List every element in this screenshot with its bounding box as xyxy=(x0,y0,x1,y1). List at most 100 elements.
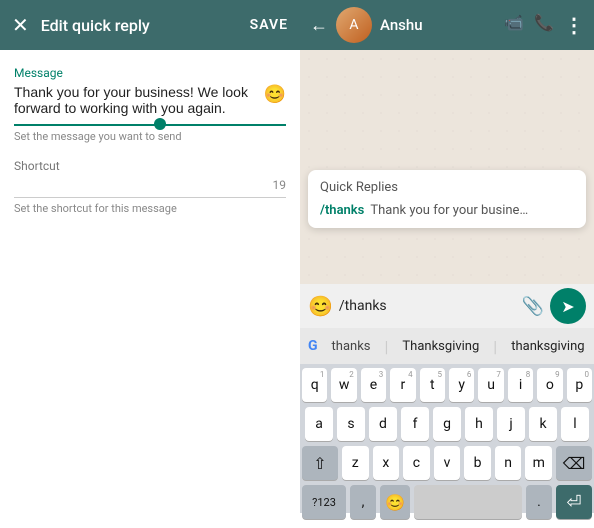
right-panel: ← A Anshu 📹 📞 ⋮ Quick Replies /thanks Th… xyxy=(300,0,594,513)
key-y[interactable]: y6 xyxy=(449,368,474,402)
qr-preview: Thank you for your business! We look for… xyxy=(370,203,530,218)
panel-title: Edit quick reply xyxy=(41,16,238,35)
suggestion-thanks[interactable]: thanks xyxy=(324,337,379,356)
key-w-wrap: w2 xyxy=(331,368,356,402)
key-z-wrap: z xyxy=(342,446,369,480)
input-emoji-icon[interactable]: 😊 xyxy=(308,294,333,318)
key-k[interactable]: k xyxy=(529,407,557,441)
close-button[interactable]: ✕ xyxy=(12,13,29,38)
message-hint: Set the message you want to send xyxy=(14,130,286,143)
avatar: A xyxy=(336,7,372,43)
key-r[interactable]: r4 xyxy=(390,368,415,402)
key-row-4: ?123 , 😊 . ⏎ xyxy=(302,485,592,519)
suggestion-thanksgiving-lower[interactable]: thanksgiving xyxy=(503,337,592,356)
key-i-wrap: i8 xyxy=(508,368,533,402)
key-h-wrap: h xyxy=(465,407,493,441)
key-o[interactable]: o9 xyxy=(537,368,562,402)
key-q[interactable]: q1 xyxy=(302,368,327,402)
key-period[interactable]: . xyxy=(526,485,552,519)
key-j-wrap: j xyxy=(497,407,525,441)
input-bar: 😊 /thanks 📎 ➤ xyxy=(300,284,594,328)
key-z[interactable]: z xyxy=(342,446,369,480)
key-backspace[interactable]: ⌫ xyxy=(556,446,592,480)
top-bar: ✕ Edit quick reply SAVE xyxy=(0,0,300,50)
key-n[interactable]: n xyxy=(495,446,522,480)
key-shift[interactable]: ⇧ xyxy=(302,446,338,480)
suggestions-bar: G thanks | Thanksgiving | thanksgiving 🎤 xyxy=(300,328,594,364)
quick-reply-item[interactable]: /thanks Thank you for your business! We … xyxy=(320,203,574,218)
header-icons: 📹 📞 ⋮ xyxy=(504,13,584,37)
shortcut-hint: Set the shortcut for this message xyxy=(14,202,286,215)
input-field[interactable]: /thanks xyxy=(339,298,516,314)
key-s[interactable]: s xyxy=(337,407,365,441)
key-m[interactable]: m xyxy=(525,446,552,480)
key-row-1: q1 w2 e3 r4 t5 y6 u7 i8 o9 p0 xyxy=(302,368,592,402)
message-input[interactable]: Thank you for your business! We look for… xyxy=(14,84,286,116)
left-panel: ✕ Edit quick reply SAVE Message Thank yo… xyxy=(0,0,300,513)
message-input-wrap: Thank you for your business! We look for… xyxy=(14,84,286,126)
contact-name: Anshu xyxy=(380,16,496,34)
more-options-icon[interactable]: ⋮ xyxy=(564,13,584,37)
key-l[interactable]: l xyxy=(561,407,589,441)
google-g-icon: G xyxy=(308,338,318,354)
key-b-wrap: b xyxy=(464,446,491,480)
key-f[interactable]: f xyxy=(401,407,429,441)
attach-icon[interactable]: 📎 xyxy=(522,296,544,317)
key-rows: q1 w2 e3 r4 t5 y6 u7 i8 o9 p0 a s d f g … xyxy=(300,364,594,528)
save-button[interactable]: SAVE xyxy=(250,17,288,33)
suggestion-thanksgiving[interactable]: Thanksgiving xyxy=(394,337,487,356)
key-num-toggle[interactable]: ?123 xyxy=(302,485,346,519)
key-x[interactable]: x xyxy=(373,446,400,480)
cursor-dot xyxy=(154,118,166,130)
key-g-wrap: g xyxy=(433,407,461,441)
phone-icon[interactable]: 📞 xyxy=(534,13,554,37)
message-label: Message xyxy=(14,66,286,80)
key-t[interactable]: t5 xyxy=(420,368,445,402)
key-k-wrap: k xyxy=(529,407,557,441)
video-call-icon[interactable]: 📹 xyxy=(504,13,524,37)
key-row-2: a s d f g h j k l xyxy=(302,407,592,441)
key-m-wrap: m xyxy=(525,446,552,480)
key-p-wrap: p0 xyxy=(567,368,592,402)
shortcut-input[interactable]: /thanks xyxy=(14,177,273,193)
key-n-wrap: n xyxy=(495,446,522,480)
shortcut-input-wrap: /thanks 19 xyxy=(14,177,286,198)
key-e-wrap: e3 xyxy=(361,368,386,402)
key-c[interactable]: c xyxy=(403,446,430,480)
form-area: Message Thank you for your business! We … xyxy=(0,50,300,513)
key-space[interactable] xyxy=(414,485,522,519)
key-q-wrap: q1 xyxy=(302,368,327,402)
key-a-wrap: a xyxy=(305,407,333,441)
key-x-wrap: x xyxy=(373,446,400,480)
key-v-wrap: v xyxy=(434,446,461,480)
key-w[interactable]: w2 xyxy=(331,368,356,402)
key-enter[interactable]: ⏎ xyxy=(556,485,592,519)
emoji-button[interactable]: 😊 xyxy=(264,84,286,105)
quick-replies-popup: Quick Replies /thanks Thank you for your… xyxy=(308,170,586,228)
key-p[interactable]: p0 xyxy=(567,368,592,402)
key-f-wrap: f xyxy=(401,407,429,441)
back-icon[interactable]: ← xyxy=(310,15,328,36)
shortcut-label: Shortcut xyxy=(14,159,286,173)
key-g[interactable]: g xyxy=(433,407,461,441)
key-d[interactable]: d xyxy=(369,407,397,441)
key-c-wrap: c xyxy=(403,446,430,480)
key-y-wrap: y6 xyxy=(449,368,474,402)
key-row-3: ⇧ z x c v b n m ⌫ xyxy=(302,446,592,480)
key-emoji[interactable]: 😊 xyxy=(380,485,410,519)
key-r-wrap: r4 xyxy=(390,368,415,402)
keyboard[interactable]: G thanks | Thanksgiving | thanksgiving 🎤… xyxy=(300,328,594,513)
send-button[interactable]: ➤ xyxy=(550,288,586,324)
char-count: 19 xyxy=(273,178,287,192)
key-v[interactable]: v xyxy=(434,446,461,480)
key-u[interactable]: u7 xyxy=(478,368,503,402)
key-o-wrap: o9 xyxy=(537,368,562,402)
key-comma[interactable]: , xyxy=(350,485,376,519)
key-j[interactable]: j xyxy=(497,407,525,441)
key-h[interactable]: h xyxy=(465,407,493,441)
key-a[interactable]: a xyxy=(305,407,333,441)
key-b[interactable]: b xyxy=(464,446,491,480)
key-e[interactable]: e3 xyxy=(361,368,386,402)
key-i[interactable]: i8 xyxy=(508,368,533,402)
key-u-wrap: u7 xyxy=(478,368,503,402)
